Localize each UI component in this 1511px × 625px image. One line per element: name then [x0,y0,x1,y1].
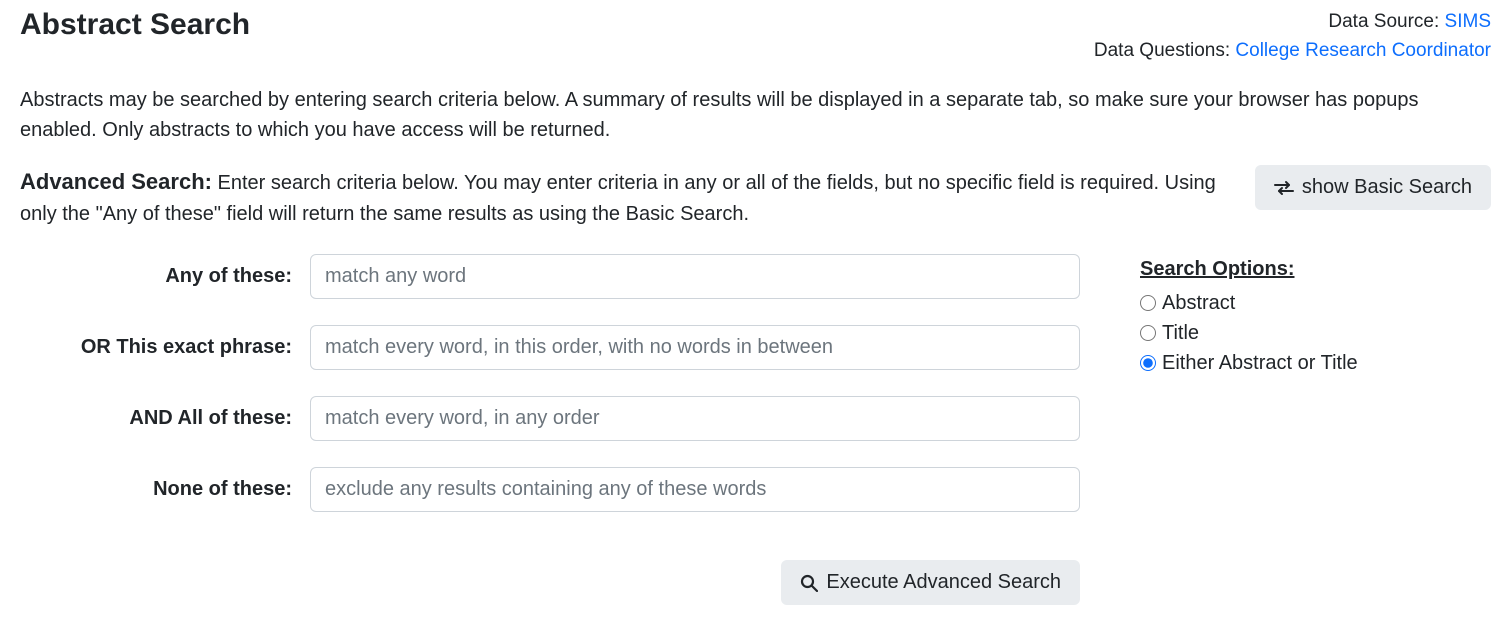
data-source-block: Data Source: SIMS Data Questions: Colleg… [1094,8,1491,65]
option-abstract-label[interactable]: Abstract [1162,288,1235,318]
all-of-these-input[interactable] [310,396,1080,441]
swap-icon [1274,180,1294,196]
option-either-radio[interactable] [1140,355,1156,371]
option-title-label[interactable]: Title [1162,318,1199,348]
exact-phrase-input[interactable] [310,325,1080,370]
none-of-these-label: None of these: [20,478,310,501]
execute-advanced-search-button[interactable]: Execute Advanced Search [781,560,1080,605]
option-either-label[interactable]: Either Abstract or Title [1162,348,1358,378]
data-questions-label: Data Questions: [1094,40,1236,61]
all-of-these-label: AND All of these: [20,407,310,430]
option-abstract-radio[interactable] [1140,295,1156,311]
toggle-button-label: show Basic Search [1302,176,1472,199]
execute-button-label: Execute Advanced Search [826,571,1061,594]
search-icon [800,574,818,592]
option-title-radio[interactable] [1140,325,1156,341]
advanced-search-label: Advanced Search: [20,169,212,194]
show-basic-search-button[interactable]: show Basic Search [1255,165,1491,210]
data-source-link[interactable]: SIMS [1445,11,1491,32]
intro-text: Abstracts may be searched by entering se… [20,85,1491,145]
page-title: Abstract Search [20,8,250,42]
search-options-title: Search Options: [1140,254,1358,284]
data-questions-link[interactable]: College Research Coordinator [1235,40,1491,61]
none-of-these-input[interactable] [310,467,1080,512]
advanced-search-description: Advanced Search: Enter search criteria b… [20,165,1235,230]
exact-phrase-label: OR This exact phrase: [20,336,310,359]
data-source-label: Data Source: [1328,11,1444,32]
any-of-these-label: Any of these: [20,265,310,288]
any-of-these-input[interactable] [310,254,1080,299]
